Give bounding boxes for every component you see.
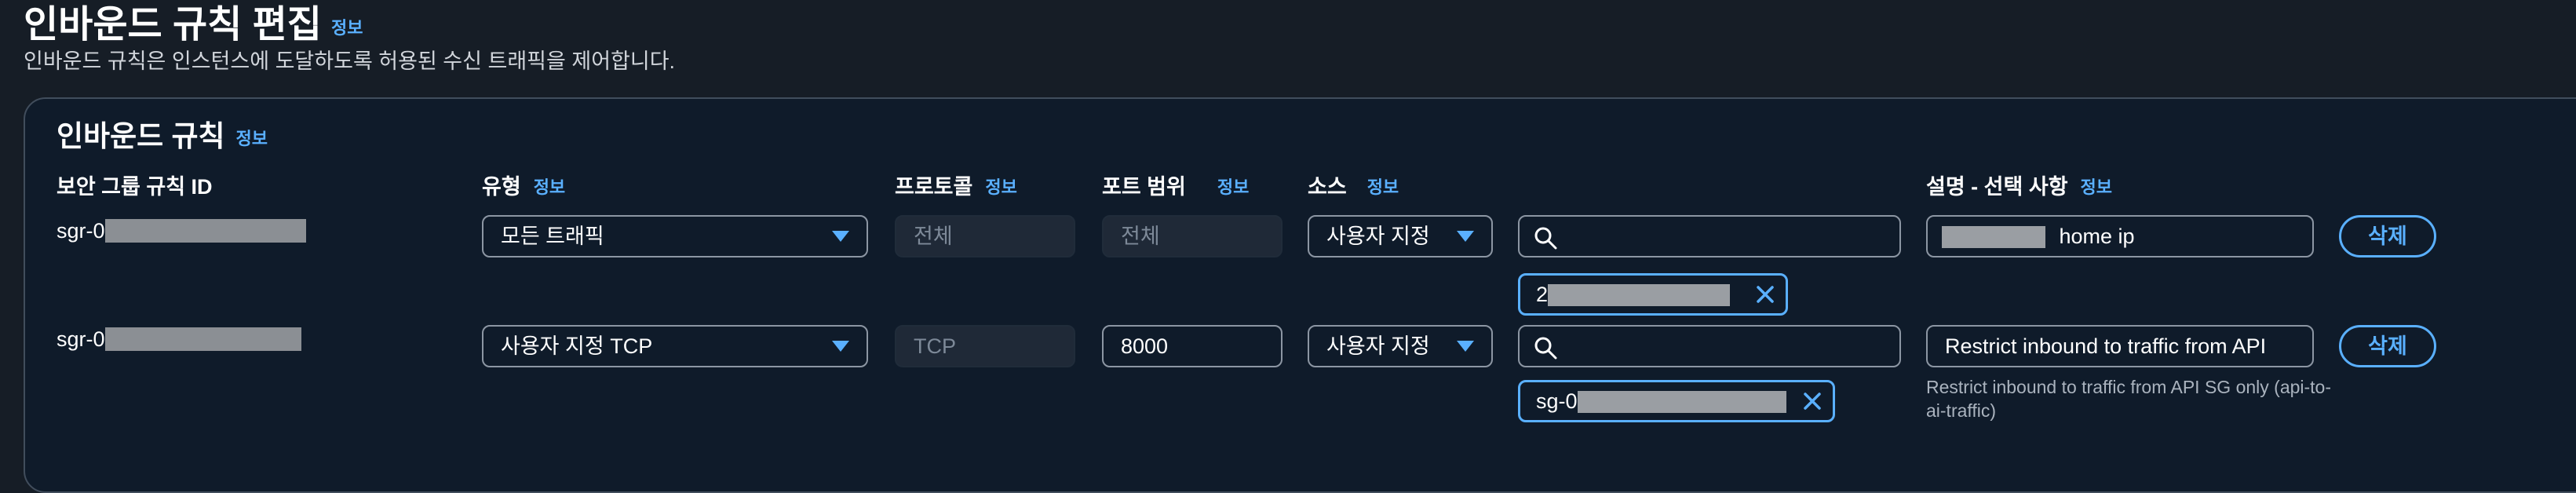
rule-id-row-2: sgr-0 [57, 325, 301, 353]
caret-down-icon [1457, 341, 1474, 352]
type-select-value: 모든 트래픽 [501, 225, 604, 248]
caret-down-icon [1457, 231, 1474, 242]
rule-id-prefix: sgr-0 [57, 219, 105, 243]
description-input-row-2[interactable]: Restrict inbound to traffic from API [1926, 325, 2314, 367]
column-header-source-label: 소스 [1308, 175, 1347, 199]
port-range-input-row-2[interactable]: 8000 [1102, 325, 1283, 367]
page-title: 인바운드 규칙 편집 정보 [24, 2, 363, 52]
column-header-port-range-label: 포트 범위 [1102, 175, 1186, 199]
column-header-rule-id: 보안 그룹 규칙 ID [57, 175, 213, 199]
search-icon [1534, 337, 1557, 360]
type-info-link[interactable]: 정보 [534, 177, 565, 197]
redacted-text [1577, 391, 1786, 413]
source-select-value: 사용자 지정 [1326, 334, 1430, 358]
source-select-value: 사용자 지정 [1326, 225, 1430, 248]
redacted-text [104, 219, 306, 243]
protocol-info-link[interactable]: 정보 [985, 177, 1016, 197]
protocol-field-row-2: TCP [895, 325, 1075, 367]
rule-id-prefix: sgr-0 [57, 327, 105, 351]
column-header-type-label: 유형 [482, 175, 521, 199]
description-input-row-1[interactable]: home ip [1926, 215, 2314, 257]
source-token-row-1: 2 [1518, 273, 1788, 316]
inbound-rules-panel [24, 97, 2576, 493]
redacted-text [104, 327, 301, 351]
column-header-source: 소스 정보 [1308, 173, 1399, 202]
description-help-text-row-2: Restrict inbound to traffic from API SG … [1926, 377, 2332, 421]
caret-down-icon [832, 231, 849, 242]
source-info-link[interactable]: 정보 [1367, 177, 1399, 197]
type-select-row-1[interactable]: 모든 트래픽 [482, 215, 868, 257]
page-description: 인바운드 규칙은 인스턴스에 도달하도록 허용된 수신 트래픽을 제어합니다. [24, 49, 676, 73]
search-icon [1534, 227, 1557, 250]
column-header-description-label: 설명 - 선택 사항 [1926, 175, 2068, 199]
token-label: sg-0 [1536, 389, 1578, 413]
close-icon[interactable] [1754, 283, 1776, 305]
source-select-row-2[interactable]: 사용자 지정 [1308, 325, 1493, 367]
port-range-info-link[interactable]: 정보 [1217, 177, 1249, 197]
redacted-text [1942, 226, 2045, 248]
description-value: home ip [2059, 225, 2135, 248]
source-search-input-row-2[interactable] [1518, 325, 1901, 367]
panel-title-text: 인바운드 규칙 [57, 120, 225, 152]
column-header-protocol-label: 프로토콜 [895, 175, 973, 199]
description-info-link[interactable]: 정보 [2081, 177, 2112, 197]
source-select-row-1[interactable]: 사용자 지정 [1308, 215, 1493, 257]
delete-button-row-1[interactable]: 삭제 [2339, 215, 2436, 257]
column-header-protocol: 프로토콜 정보 [895, 173, 1017, 202]
protocol-field-row-1: 전체 [895, 215, 1075, 257]
column-header-type: 유형 정보 [482, 173, 565, 202]
rule-id-row-1: sgr-0 [57, 217, 306, 245]
redacted-text [1548, 284, 1731, 306]
column-header-description: 설명 - 선택 사항 정보 [1926, 173, 2112, 202]
column-header-port-range: 포트 범위 정보 [1102, 173, 1249, 202]
source-token-row-2: sg-0 [1518, 380, 1835, 422]
type-select-row-2[interactable]: 사용자 지정 TCP [482, 325, 868, 367]
panel-info-link[interactable]: 정보 [236, 129, 268, 148]
port-range-field-row-1: 전체 [1102, 215, 1283, 257]
caret-down-icon [832, 341, 849, 352]
type-select-value: 사용자 지정 TCP [501, 334, 653, 358]
close-icon[interactable] [1801, 390, 1823, 412]
source-search-input-row-1[interactable] [1518, 215, 1901, 257]
page-info-link[interactable]: 정보 [331, 18, 363, 38]
page-title-text: 인바운드 규칙 편집 [24, 4, 322, 46]
panel-title: 인바운드 규칙 정보 [57, 119, 268, 156]
token-label: 2 [1536, 283, 1549, 306]
delete-button-row-2[interactable]: 삭제 [2339, 325, 2436, 367]
